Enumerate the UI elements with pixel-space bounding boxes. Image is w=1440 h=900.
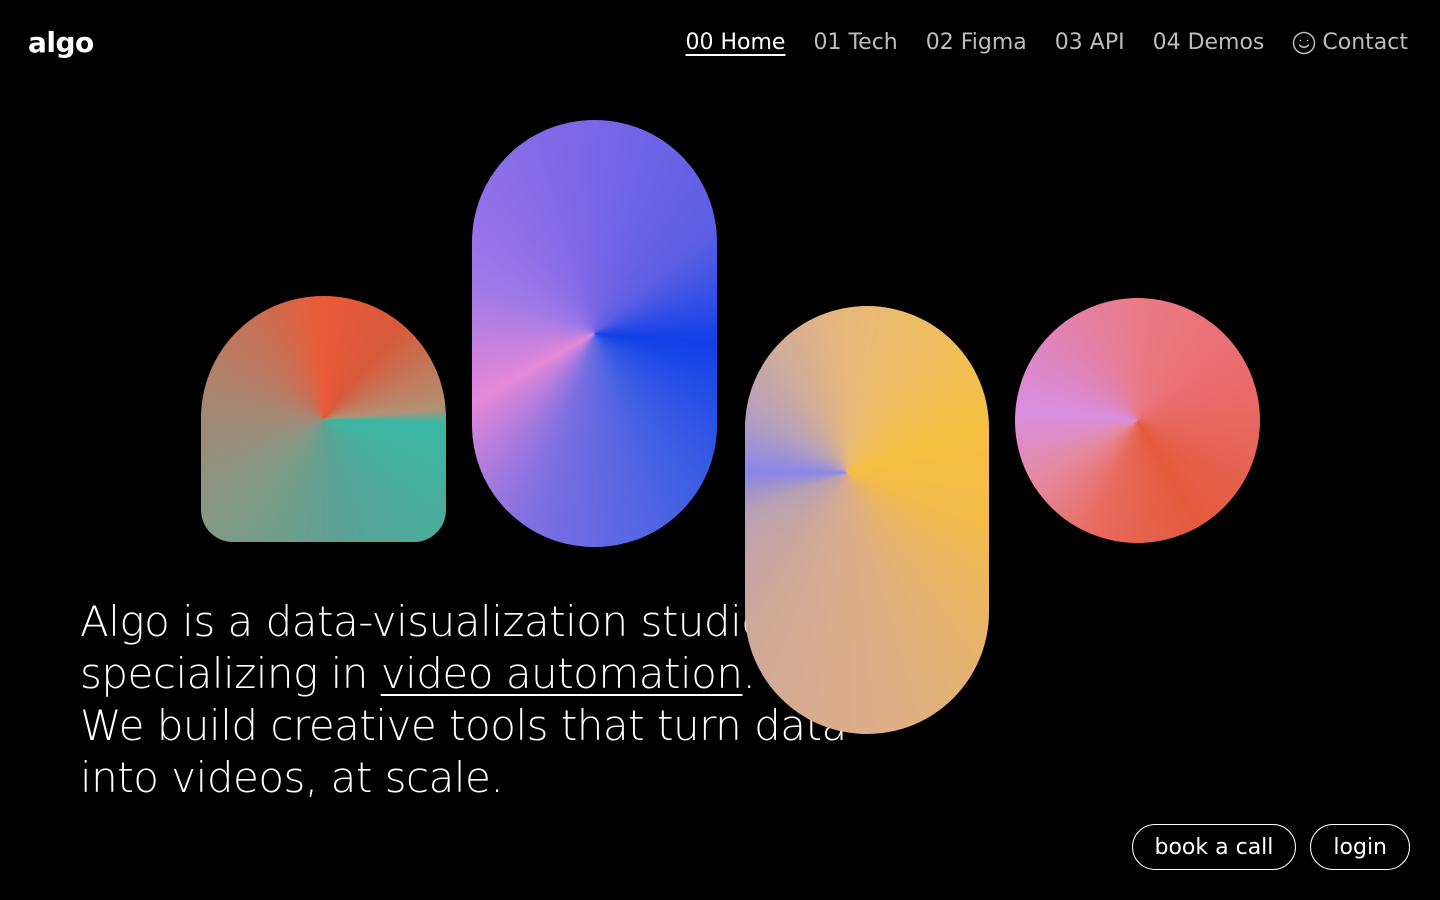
- nav-item-api[interactable]: 03 API: [1055, 30, 1125, 55]
- hero-line-2: specializing in video automation.: [80, 648, 847, 700]
- nav-item-demos[interactable]: 04 Demos: [1153, 30, 1265, 55]
- gradient-arch-shape: [201, 296, 446, 542]
- main-nav: 00 Home 01 Tech 02 Figma 03 API 04 Demos…: [686, 30, 1408, 55]
- hero-line-3: We build creative tools that turn data: [80, 701, 847, 750]
- gradient-circle-shape: [1015, 298, 1260, 543]
- video-automation-link[interactable]: video automation: [381, 649, 743, 698]
- login-button[interactable]: login: [1310, 824, 1410, 870]
- contact-label: Contact: [1322, 30, 1408, 55]
- hero-line-2-text: specializing in: [80, 649, 381, 698]
- nav-item-tech[interactable]: 01 Tech: [813, 30, 897, 55]
- cta-group: book a call login: [1131, 824, 1410, 870]
- page: algo 00 Home 01 Tech 02 Figma 03 API 04 …: [0, 0, 1440, 900]
- nav-item-contact[interactable]: Contact: [1292, 30, 1408, 55]
- hero-line-4: into videos, at scale.: [80, 753, 504, 802]
- nav-item-figma[interactable]: 02 Figma: [926, 30, 1027, 55]
- smiley-icon: [1293, 31, 1316, 54]
- hero-line-1: Algo is a data-visualization studio: [80, 597, 767, 646]
- nav-item-home[interactable]: 00 Home: [686, 30, 786, 55]
- gradient-pill-shape-tall: [472, 120, 717, 547]
- book-a-call-button[interactable]: book a call: [1131, 824, 1297, 870]
- gradient-pill-shape-low: [745, 306, 989, 734]
- logo[interactable]: algo: [28, 26, 94, 59]
- hero-headline: Algo is a data-visualization studio spec…: [80, 596, 847, 804]
